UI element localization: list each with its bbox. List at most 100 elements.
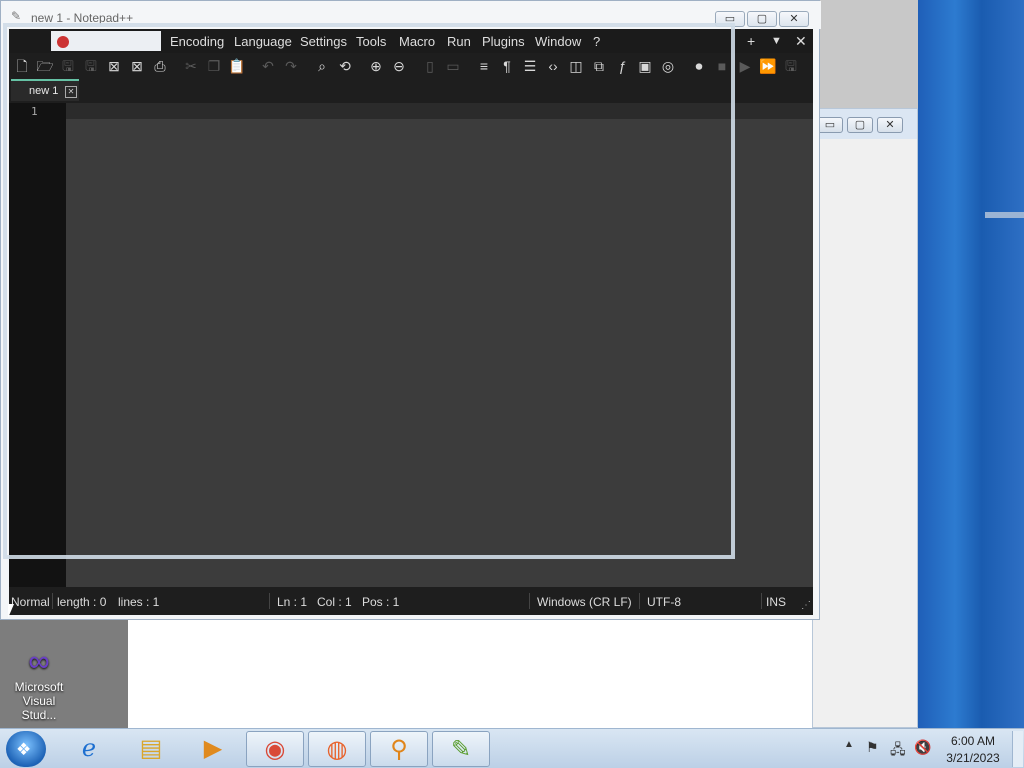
- current-line-highlight: [66, 103, 813, 119]
- background-window-titlebar[interactable]: ▭ ▢ ✕: [813, 109, 917, 139]
- network-icon[interactable]: 🖧: [890, 739, 906, 763]
- notepad-plus-plus-icon[interactable]: ✎: [432, 731, 490, 767]
- show-desktop-button[interactable]: [1012, 731, 1023, 767]
- tab-bar: new 1 ✕: [9, 79, 813, 103]
- editor-area[interactable]: 1: [9, 103, 813, 587]
- new-file-icon[interactable]: 🗋: [13, 57, 31, 75]
- status-length: length : 0: [57, 595, 107, 609]
- play-multiple-icon[interactable]: ⏩: [759, 57, 777, 75]
- indent-guide-icon[interactable]: ☰: [521, 57, 539, 75]
- bg-close-button[interactable]: ✕: [877, 117, 903, 133]
- file-explorer-icon[interactable]: ▤: [122, 731, 180, 767]
- doc-list-icon[interactable]: ⧉: [590, 57, 608, 75]
- notepad-app-icon: ✎: [11, 9, 22, 23]
- copy-icon[interactable]: ❐: [205, 57, 223, 75]
- resize-grip-icon[interactable]: ⋰: [801, 600, 811, 611]
- stop-macro-icon[interactable]: ■: [713, 57, 731, 75]
- status-insert-mode[interactable]: INS: [766, 595, 786, 609]
- desktop-wallpaper-detail: [985, 212, 1024, 218]
- menu-language[interactable]: Language: [234, 34, 292, 49]
- monitor-icon[interactable]: ▣: [636, 57, 654, 75]
- show-hidden-icons-icon[interactable]: ▲: [844, 739, 854, 750]
- status-line: Ln : 1: [277, 595, 308, 609]
- word-wrap-icon[interactable]: ≡: [475, 57, 493, 75]
- show-all-chars-icon[interactable]: ¶: [498, 57, 516, 75]
- tab-list-dropdown-icon[interactable]: ▼: [771, 35, 782, 47]
- maximize-button[interactable]: ▢: [747, 11, 777, 27]
- status-separator: [529, 593, 530, 609]
- status-column: Col : 1: [317, 595, 352, 609]
- status-separator: [639, 593, 640, 609]
- function-list-icon[interactable]: ƒ: [613, 57, 631, 75]
- folder-workspace-icon[interactable]: ◎: [659, 57, 677, 75]
- clock-date[interactable]: 3/21/2023: [940, 751, 1006, 765]
- save-icon[interactable]: 🖫: [59, 57, 77, 75]
- clock-time[interactable]: 6:00 AM: [940, 734, 1006, 748]
- desktop-icon-visual-studio[interactable]: ∞ Microsoft Visual Stud...: [4, 644, 74, 722]
- save-all-icon[interactable]: 🖫: [82, 57, 100, 75]
- close-button[interactable]: ✕: [779, 11, 809, 27]
- firefox-icon[interactable]: ◍: [308, 731, 366, 767]
- menu-plugins[interactable]: Plugins: [482, 34, 525, 49]
- action-center-flag-icon[interactable]: ⚑: [866, 739, 879, 756]
- line-number-gutter: 1: [9, 103, 66, 587]
- menu-window[interactable]: Window: [535, 34, 581, 49]
- zoom-in-icon[interactable]: ⊕: [367, 57, 385, 75]
- find-icon[interactable]: ⌕: [313, 57, 331, 75]
- menu-bar: Encoding Language Settings Tools Macro R…: [9, 29, 813, 53]
- menu-encoding[interactable]: Encoding: [170, 34, 224, 49]
- media-player-icon[interactable]: ▶: [184, 731, 242, 767]
- record-macro-icon[interactable]: ⏺: [690, 57, 708, 75]
- menu-tools[interactable]: Tools: [356, 34, 386, 49]
- menu-macro[interactable]: Macro: [399, 34, 435, 49]
- add-tab-icon[interactable]: +: [747, 33, 755, 49]
- print-icon[interactable]: ⎙: [151, 57, 169, 75]
- menu-settings[interactable]: Settings: [300, 34, 347, 49]
- bg-maximize-button[interactable]: ▢: [847, 117, 873, 133]
- internet-explorer-icon[interactable]: ℯ: [60, 731, 118, 767]
- tab-close-icon[interactable]: ✕: [65, 86, 77, 98]
- close-document-icon[interactable]: ✕: [795, 33, 807, 50]
- bg-minimize-button[interactable]: ▭: [817, 117, 843, 133]
- tab-new-1[interactable]: new 1 ✕: [11, 79, 79, 101]
- menu-run[interactable]: Run: [447, 34, 471, 49]
- minimize-button[interactable]: ▭: [715, 11, 745, 27]
- desktop-wallpaper: [918, 0, 1024, 728]
- notepad-plus-plus-window[interactable]: ✎ new 1 - Notepad++ ▭ ▢ ✕ Encoding Langu…: [0, 0, 821, 620]
- ghost-tab-icon: [57, 36, 69, 48]
- status-separator: [269, 593, 270, 609]
- window-title: new 1 - Notepad++: [31, 11, 134, 25]
- paste-icon[interactable]: 📋: [228, 57, 246, 75]
- undo-icon[interactable]: ↶: [259, 57, 277, 75]
- search-magnifier-icon[interactable]: ⚲: [370, 731, 428, 767]
- save-macro-icon[interactable]: 🖫: [782, 57, 800, 75]
- status-separator: [761, 593, 762, 609]
- menu-help[interactable]: ?: [593, 34, 600, 49]
- status-bar: Normal length : 0 lines : 1 Ln : 1 Col :…: [9, 587, 813, 615]
- chrome-icon[interactable]: ◉: [246, 731, 304, 767]
- toolbar: 🗋 🗁 🖫 🖫 ⊠ ⊠ ⎙ ✂ ❐ 📋 ↶ ↷ ⌕ ⟲ ⊕ ⊖ ▯ ▭ ≡ ¶ …: [9, 53, 813, 79]
- document-map-icon[interactable]: ◫: [567, 57, 585, 75]
- taskbar: ❖ ℯ ▤ ▶ ◉ ◍ ⚲ ✎ ▲ ⚑ 🖧 🔇 6:00 AM 3/21/202…: [0, 728, 1024, 768]
- replace-icon[interactable]: ⟲: [336, 57, 354, 75]
- tab-label: new 1: [29, 85, 59, 97]
- start-button[interactable]: ❖: [6, 731, 46, 767]
- sync-vertical-icon[interactable]: ▯: [421, 57, 439, 75]
- close-all-icon[interactable]: ⊠: [128, 57, 146, 75]
- play-macro-icon[interactable]: ▶: [736, 57, 754, 75]
- background-window-body: [128, 618, 918, 728]
- cut-icon[interactable]: ✂: [182, 57, 200, 75]
- status-encoding[interactable]: UTF-8: [647, 595, 681, 609]
- volume-muted-icon[interactable]: 🔇: [914, 739, 931, 756]
- redo-icon[interactable]: ↷: [282, 57, 300, 75]
- status-eol[interactable]: Windows (CR LF): [537, 595, 632, 609]
- sync-horizontal-icon[interactable]: ▭: [444, 57, 462, 75]
- close-icon[interactable]: ⊠: [105, 57, 123, 75]
- mouse-cursor: [8, 604, 20, 618]
- background-window[interactable]: ▭ ▢ ✕: [812, 108, 918, 728]
- language-xml-icon[interactable]: ‹›: [544, 57, 562, 75]
- status-lines: lines : 1: [118, 595, 160, 609]
- window-titlebar[interactable]: ✎ new 1 - Notepad++ ▭ ▢ ✕: [1, 1, 821, 29]
- open-file-icon[interactable]: 🗁: [36, 57, 54, 75]
- zoom-out-icon[interactable]: ⊖: [390, 57, 408, 75]
